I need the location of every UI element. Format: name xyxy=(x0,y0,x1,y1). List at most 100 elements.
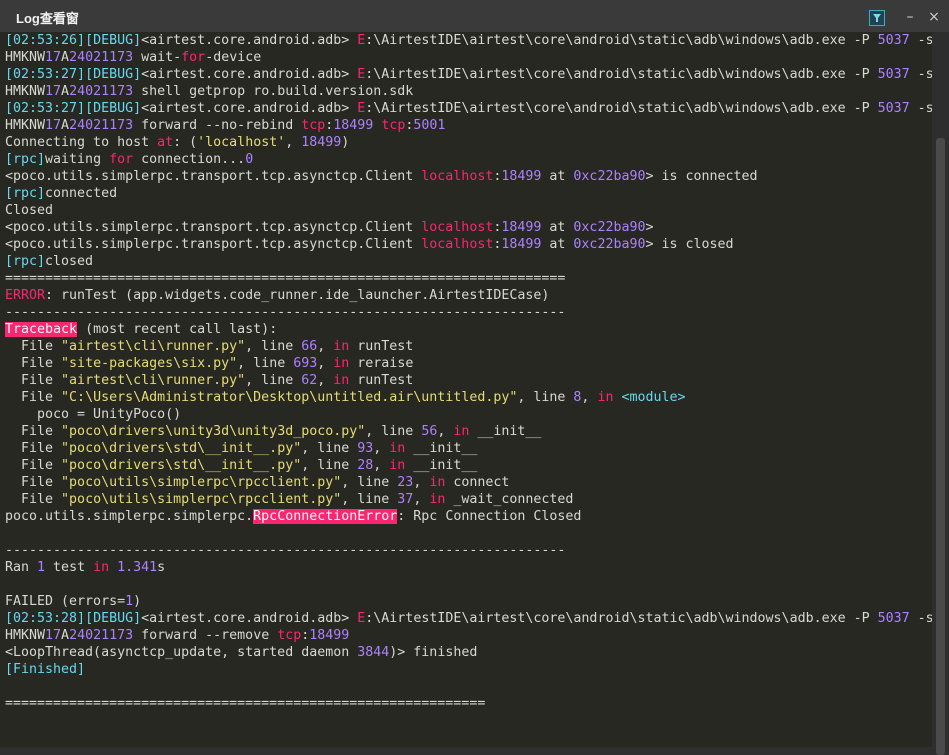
log-text: "site-packages\six.py" xyxy=(61,356,238,371)
log-line: HMKNW17A24021173 wait-for-device xyxy=(5,49,935,66)
log-text: [rpc] xyxy=(5,254,46,269)
log-text: _wait_connected xyxy=(445,492,574,507)
log-text: File xyxy=(5,424,62,439)
log-text: in xyxy=(93,560,110,575)
log-text: , xyxy=(581,390,598,405)
log-text: [rpc] xyxy=(5,186,46,201)
log-text: test xyxy=(45,560,94,575)
log-text: 'localhost' xyxy=(197,135,286,150)
log-line: poco = UnityPoco() xyxy=(5,406,935,423)
log-text: __init__ xyxy=(405,458,478,473)
log-text: waiting xyxy=(45,152,110,167)
log-text: : ( xyxy=(173,135,198,150)
log-text: ========================================… xyxy=(5,696,486,711)
log-text: 0xc22ba90 xyxy=(573,237,646,252)
log-text: , xyxy=(437,424,454,439)
log-line: Ran 1 test in 1.341s xyxy=(5,559,935,576)
log-text: "airtest\cli\runner.py" xyxy=(61,373,246,388)
log-text: 24021173 xyxy=(69,50,134,65)
log-text: File xyxy=(5,458,62,473)
log-text: in xyxy=(453,424,470,439)
log-text: connected xyxy=(45,186,118,201)
log-text: 23 xyxy=(397,475,414,490)
log-text: 62 xyxy=(301,373,318,388)
log-text: ) xyxy=(133,594,142,609)
log-text: <airtest.core.android.adb> xyxy=(141,611,358,626)
log-line: <poco.utils.simplerpc.transport.tcp.asyn… xyxy=(5,219,935,236)
log-text: "poco\utils\simplerpc\rpcclient.py" xyxy=(61,475,342,490)
horizontal-scrollbar[interactable] xyxy=(0,747,932,755)
log-text: 5001 xyxy=(413,118,446,133)
log-line: ----------------------------------------… xyxy=(5,304,935,321)
window-title: Log查看窗 xyxy=(16,11,79,26)
log-text: , xyxy=(413,492,430,507)
log-text: :\AirtestIDE\airtest\core\android\static… xyxy=(365,33,878,48)
log-line: File "C:\Users\Administrator\Desktop\unt… xyxy=(5,389,935,406)
log-line: [02:53:28][DEBUG]<airtest.core.android.a… xyxy=(5,610,935,627)
log-line: File "airtest\cli\runner.py", line 62, i… xyxy=(5,372,935,389)
log-text: A xyxy=(61,50,70,65)
log-text: poco = UnityPoco() xyxy=(5,407,182,422)
log-text: , line xyxy=(301,441,358,456)
log-line: File "poco\drivers\std\__init__.py", lin… xyxy=(5,440,935,457)
minimize-button[interactable]: – xyxy=(902,9,918,25)
log-text: -s xyxy=(909,33,934,48)
log-text: in xyxy=(333,356,350,371)
log-text: <poco.utils.simplerpc.transport.tcp.asyn… xyxy=(5,220,422,235)
log-text: , line xyxy=(517,390,574,405)
log-text: A xyxy=(61,84,70,99)
log-line: [02:53:26][DEBUG]<airtest.core.android.a… xyxy=(5,32,935,49)
log-text: "poco\drivers\unity3d\unity3d_poco.py" xyxy=(61,424,366,439)
log-text: 3844 xyxy=(357,645,390,660)
title-bar: Log查看窗 – × xyxy=(0,0,949,32)
log-text: > xyxy=(645,220,654,235)
log-text: 24021173 xyxy=(69,84,134,99)
log-line: File "poco\drivers\unity3d\unity3d_poco.… xyxy=(5,423,935,440)
log-line: Closed xyxy=(5,202,935,219)
log-text: Ran xyxy=(5,560,38,575)
close-button[interactable]: × xyxy=(926,9,942,25)
log-text: ERROR xyxy=(5,288,46,303)
log-line: File "poco\utils\simplerpc\rpcclient.py"… xyxy=(5,491,935,508)
log-text: , xyxy=(373,458,390,473)
log-text: 1 xyxy=(125,594,134,609)
log-viewer-window: Log查看窗 – × [02:53:26][DEBUG]<airtest.cor… xyxy=(0,0,949,755)
log-line: File "poco\utils\simplerpc\rpcclient.py"… xyxy=(5,474,935,491)
log-text: 18499 xyxy=(501,169,542,184)
log-text: , line xyxy=(245,373,302,388)
log-text: 17 xyxy=(45,84,62,99)
log-line: Connecting to host at: ('localhost', 184… xyxy=(5,134,935,151)
log-text: "poco\drivers\std\__init__.py" xyxy=(61,441,302,456)
log-text: tcp xyxy=(301,118,326,133)
scrollbar-thumb[interactable] xyxy=(936,138,945,755)
filter-icon[interactable] xyxy=(869,10,885,26)
log-text: 0 xyxy=(245,152,254,167)
log-text: localhost xyxy=(421,237,494,252)
log-text: "C:\Users\Administrator\Desktop\untitled… xyxy=(61,390,518,405)
log-text: 0xc22ba90 xyxy=(573,169,646,184)
vertical-scrollbar[interactable] xyxy=(932,32,949,755)
log-text: 24021173 xyxy=(69,118,134,133)
log-line: [rpc]connected xyxy=(5,185,935,202)
log-text: :\AirtestIDE\airtest\core\android\static… xyxy=(365,611,878,626)
log-text: connect xyxy=(445,475,510,490)
log-line: poco.utils.simplerpc.simplerpc.RpcConnec… xyxy=(5,508,935,525)
log-text: HMKNW xyxy=(5,50,46,65)
log-text: > is closed xyxy=(645,237,734,252)
log-text: in xyxy=(597,390,614,405)
log-text: RpcConnectionError xyxy=(253,509,398,524)
log-text: in xyxy=(389,441,406,456)
log-text: 93 xyxy=(357,441,374,456)
log-text: , line xyxy=(237,356,294,371)
log-text: 18499 xyxy=(501,237,542,252)
log-text: localhost xyxy=(421,169,494,184)
log-text: reraise xyxy=(349,356,414,371)
log-text: File xyxy=(5,475,62,490)
log-text: tcp xyxy=(277,628,302,643)
log-line: HMKNW17A24021173 forward --no-rebind tcp… xyxy=(5,117,935,134)
log-line: ========================================… xyxy=(5,695,935,712)
log-text: "poco\drivers\std\__init__.py" xyxy=(61,458,302,473)
log-output[interactable]: [02:53:26][DEBUG]<airtest.core.android.a… xyxy=(0,32,935,747)
log-line: <poco.utils.simplerpc.transport.tcp.asyn… xyxy=(5,236,935,253)
